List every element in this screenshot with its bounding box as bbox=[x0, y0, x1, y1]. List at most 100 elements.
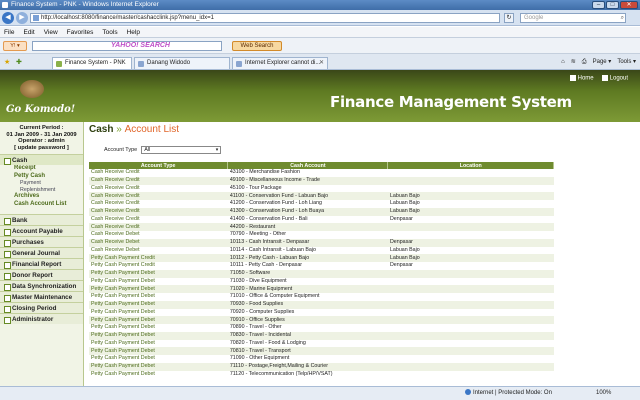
home-link-label: Home bbox=[577, 75, 594, 82]
tab-favicon bbox=[138, 61, 144, 67]
minimize-button[interactable]: – bbox=[592, 1, 605, 9]
table-row[interactable]: Cash Receive Credit 43100 - Merchandise F… bbox=[89, 169, 554, 177]
cell-location bbox=[387, 347, 554, 355]
menu-help[interactable]: Help bbox=[127, 27, 140, 37]
table-row[interactable]: Cash Receive Debet 10114 - Cash Intransit… bbox=[89, 247, 554, 255]
table-row[interactable]: Cash Receive Credit 41300 - Conservation … bbox=[89, 207, 554, 216]
cell-account-type: Cash Receive Credit bbox=[91, 215, 140, 222]
page-menu[interactable]: Page ▾ bbox=[593, 57, 612, 68]
col-account-type[interactable]: Account Type bbox=[89, 162, 229, 169]
table-row[interactable]: Petty Cash Payment Debet 71050 - Software bbox=[89, 269, 554, 278]
logo-emblem-icon bbox=[20, 80, 44, 98]
table-row[interactable]: Petty Cash Payment Debet 71010 - Office &… bbox=[89, 293, 554, 301]
close-button[interactable]: ✕ bbox=[620, 1, 638, 9]
cell-cash-account: 71030 - Dive Equipment bbox=[229, 277, 287, 284]
tools-menu[interactable]: Tools ▾ bbox=[617, 57, 636, 68]
table-row[interactable]: Cash Receive Credit 41200 - Conservation … bbox=[89, 200, 554, 208]
yahoo-button[interactable]: Y! ▾ bbox=[3, 41, 27, 51]
table-row[interactable]: Petty Cash Payment Debet 71110 - Postage,… bbox=[89, 362, 554, 371]
nav-bank[interactable]: Bank bbox=[0, 214, 83, 225]
nav-cash-account-list[interactable]: Cash Account List bbox=[0, 201, 83, 209]
maximize-button[interactable]: □ bbox=[606, 1, 619, 9]
sidebar: Current Period : 01 Jan 2009 - 31 Jan 20… bbox=[0, 122, 84, 386]
menu-edit[interactable]: Edit bbox=[23, 27, 34, 37]
nav-data-synchronization[interactable]: Data Synchronization bbox=[0, 280, 83, 291]
forward-icon[interactable]: ▶ bbox=[16, 12, 28, 24]
nav-petty-cash[interactable]: Petty Cash bbox=[0, 173, 83, 181]
table-row[interactable]: Petty Cash Payment Credit 10112 - Petty C… bbox=[89, 254, 554, 262]
cell-cash-account: 70920 - Computer Supplies bbox=[229, 308, 295, 315]
cell-cash-account: 70790 - Meeting - Other bbox=[229, 231, 287, 238]
cell-cash-account: 70930 - Food Supplies bbox=[227, 300, 388, 309]
table-row[interactable]: Petty Cash Payment Credit 10111 - Petty C… bbox=[89, 262, 554, 270]
table-row[interactable]: Petty Cash Payment Debet 70890 - Travel -… bbox=[89, 324, 554, 332]
favorites-star-icon[interactable]: ★ bbox=[4, 58, 10, 66]
print-icon[interactable]: ⎙ bbox=[582, 57, 587, 68]
cell-cash-account: 41300 - Conservation Fund - Loh Buaya bbox=[227, 207, 388, 216]
top-links: Home Logout bbox=[569, 75, 628, 82]
nav-master-maintenance[interactable]: Master Maintenance bbox=[0, 291, 83, 302]
nav-administrator[interactable]: Administrator bbox=[0, 313, 83, 324]
status-bar: Internet | Protected Mode: On 100% bbox=[0, 386, 640, 400]
account-type-select[interactable]: All bbox=[141, 146, 222, 154]
address-bar[interactable]: http://localhost:8080/finance/master/cas… bbox=[30, 13, 500, 23]
nav-account-payable[interactable]: Account Payable bbox=[0, 225, 83, 236]
table-row[interactable]: Petty Cash Payment Debet 71030 - Dive Equ… bbox=[89, 278, 554, 286]
table-row[interactable]: Petty Cash Payment Debet 70830 - Travel -… bbox=[89, 331, 554, 340]
tab-danang-widodo[interactable]: Danang Widodo bbox=[134, 57, 230, 69]
logout-icon bbox=[601, 75, 608, 81]
nav-general-journal[interactable]: General Journal bbox=[0, 247, 83, 258]
nav-purchases[interactable]: Purchases bbox=[0, 236, 83, 247]
cell-location bbox=[388, 169, 554, 177]
yahoo-search-input[interactable]: YAHOO! SEARCH bbox=[32, 41, 222, 51]
menu-file[interactable]: File bbox=[4, 27, 14, 37]
breadcrumb-root[interactable]: Cash bbox=[89, 124, 113, 135]
table-row[interactable]: Petty Cash Payment Debet 70810 - Travel -… bbox=[89, 347, 554, 355]
window-controls: – □ ✕ bbox=[592, 1, 638, 9]
table-row[interactable]: Petty Cash Payment Debet 71090 - Other Eq… bbox=[89, 355, 554, 363]
table-row[interactable]: Cash Receive Credit 41100 - Conservation … bbox=[89, 192, 554, 200]
table-row[interactable]: Petty Cash Payment Debet 70910 - Office S… bbox=[89, 316, 554, 324]
menu-view[interactable]: View bbox=[44, 27, 58, 37]
close-tab-icon[interactable]: ✕ bbox=[319, 58, 324, 69]
nav-receipt[interactable]: Receipt bbox=[0, 165, 83, 173]
table-row[interactable]: Cash Receive Debet 10113 - Cash Intransit… bbox=[89, 238, 554, 247]
col-location[interactable]: Location bbox=[387, 162, 554, 169]
tab-favicon bbox=[56, 61, 62, 67]
nav-cash[interactable]: Cash bbox=[0, 154, 83, 165]
table-row[interactable]: Cash Receive Credit 45100 - Tour Package bbox=[89, 185, 554, 193]
home-icon[interactable]: ⌂ bbox=[561, 57, 565, 68]
table-row[interactable]: Cash Receive Credit 41400 - Conservation … bbox=[89, 216, 554, 224]
home-link[interactable]: Home bbox=[569, 75, 594, 82]
nav-donor-report[interactable]: Donor Report bbox=[0, 269, 83, 280]
search-input[interactable]: Google ⌕ bbox=[520, 13, 626, 23]
add-favorite-icon[interactable]: ✚ bbox=[16, 58, 22, 66]
logout-link[interactable]: Logout bbox=[601, 75, 628, 82]
cell-location bbox=[387, 316, 554, 324]
tab-ie-error[interactable]: Internet Explorer cannot di... ✕ bbox=[232, 57, 328, 69]
menu-tools[interactable]: Tools bbox=[102, 27, 117, 37]
tab-finance-system[interactable]: Finance System - PNK bbox=[52, 57, 132, 69]
table-row[interactable]: Cash Receive Credit 49100 - Miscellaneous… bbox=[89, 176, 554, 185]
table-row[interactable]: Cash Receive Debet 70790 - Meeting - Othe… bbox=[89, 231, 554, 239]
update-password-link[interactable]: [ update password ] bbox=[0, 145, 83, 152]
web-search-button[interactable]: Web Search bbox=[232, 41, 282, 51]
back-icon[interactable]: ◀ bbox=[2, 12, 14, 24]
table-row[interactable]: Petty Cash Payment Debet 70930 - Food Sup… bbox=[89, 300, 554, 309]
nav-archives[interactable]: Archives bbox=[0, 193, 83, 201]
col-cash-account[interactable]: Cash Account bbox=[227, 162, 389, 169]
table-row[interactable]: Petty Cash Payment Debet 70920 - Computer… bbox=[89, 309, 554, 317]
feeds-icon[interactable]: ≋ bbox=[571, 57, 576, 68]
table-row[interactable]: Cash Receive Credit 44200 - Restaurant bbox=[89, 223, 554, 231]
table-row[interactable]: Petty Cash Payment Debet 70820 - Travel -… bbox=[89, 340, 554, 348]
cell-location bbox=[387, 176, 554, 185]
zoom-level[interactable]: 100% bbox=[596, 387, 611, 400]
search-icon[interactable]: ⌕ bbox=[621, 14, 624, 22]
nav-closing-period[interactable]: Closing Period bbox=[0, 302, 83, 313]
cell-cash-account: 41200 - Conservation Fund - Loh Liang bbox=[229, 200, 322, 207]
menu-favorites[interactable]: Favorites bbox=[67, 27, 94, 37]
table-row[interactable]: Petty Cash Payment Debet 71120 - Telecomm… bbox=[89, 371, 554, 379]
nav-financial-report[interactable]: Financial Report bbox=[0, 258, 83, 269]
refresh-icon[interactable]: ↻ bbox=[504, 13, 514, 23]
table-row[interactable]: Petty Cash Payment Debet 71020 - Marine E… bbox=[89, 285, 554, 293]
